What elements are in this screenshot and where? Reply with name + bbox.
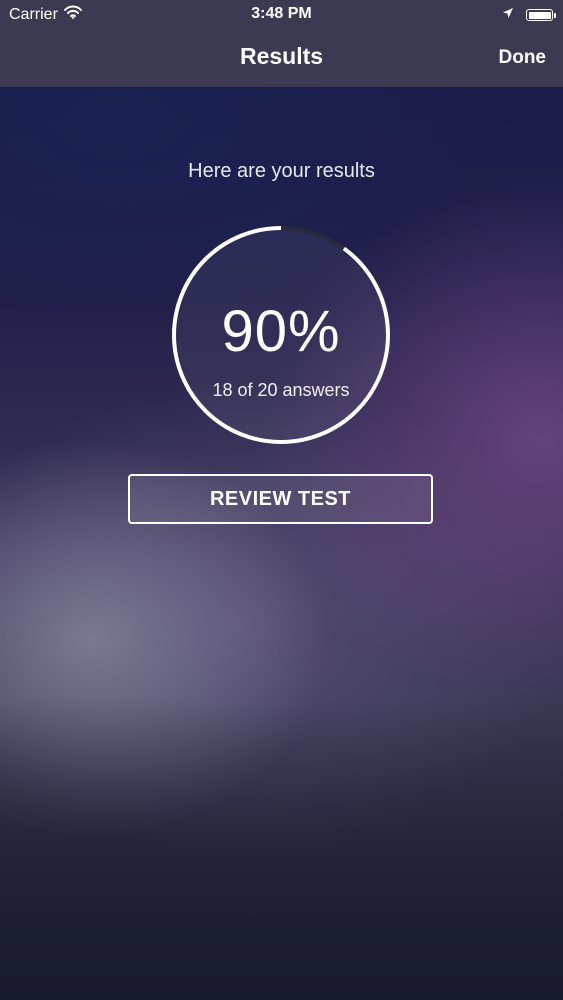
review-test-label: REVIEW TEST <box>209 487 352 510</box>
page-title: Results <box>239 43 324 69</box>
background-shade <box>0 700 563 1000</box>
navigation-bar: Results Done <box>0 30 563 87</box>
review-test-button[interactable]: REVIEW TEST <box>128 474 433 524</box>
done-button[interactable]: Done <box>499 47 547 69</box>
status-time: 3:48 PM <box>251 5 312 22</box>
score-percent: 90% <box>221 299 341 364</box>
battery-icon <box>526 9 556 21</box>
battery-tip <box>553 13 556 18</box>
battery-fill <box>528 11 551 19</box>
answers-count: 18 of 20 answers <box>212 380 350 400</box>
status-bar: Carrier 3:48 PM <box>0 0 563 30</box>
status-right <box>502 6 556 24</box>
results-subtitle: Here are your results <box>188 160 375 182</box>
location-arrow-icon <box>502 6 514 24</box>
